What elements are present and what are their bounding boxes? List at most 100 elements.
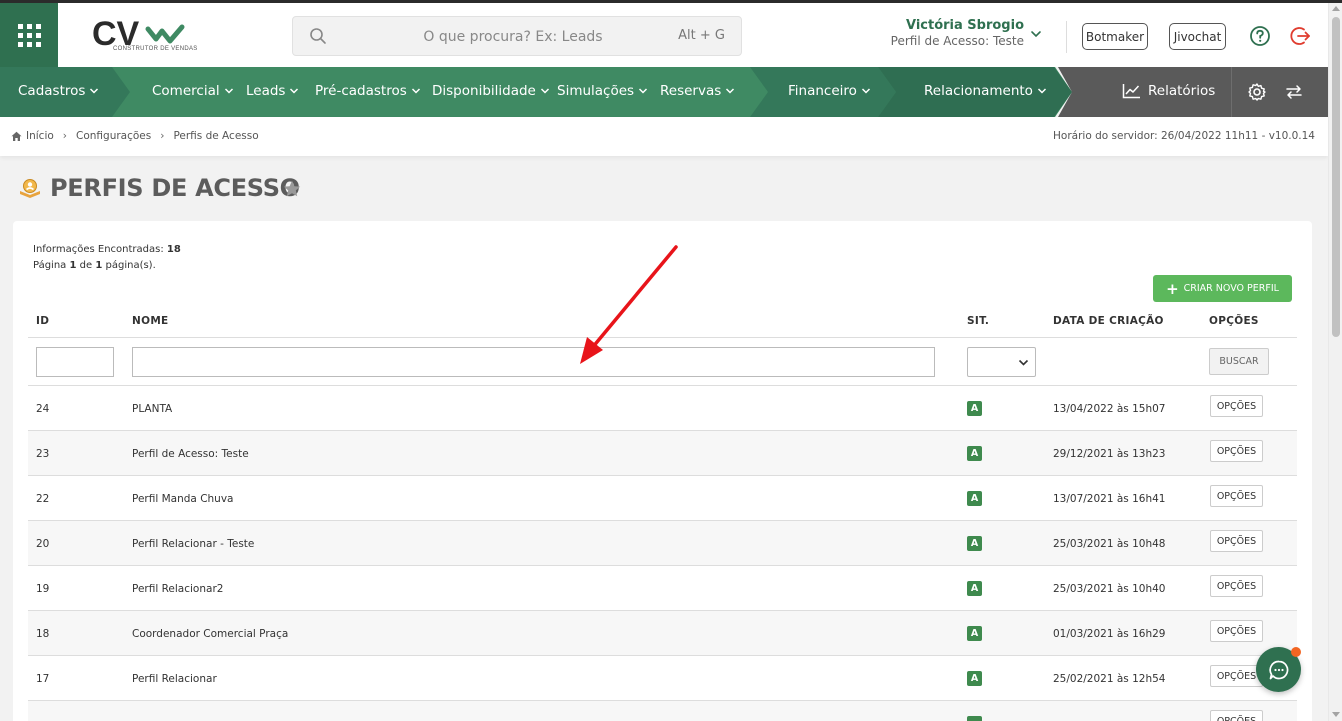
apps-grid-icon: [17, 23, 41, 47]
column-header-created: DATA DE CRIAÇÃO: [1053, 315, 1164, 327]
status-badge: [967, 716, 982, 721]
top-header: CV CONSTRUTOR DE VENDAS Alt + G Victória…: [0, 3, 1328, 67]
status-badge: A: [967, 491, 982, 506]
chevron-down-icon: [540, 88, 549, 94]
chevron-right-icon: ›: [62, 130, 67, 142]
row-name: Perfil Relacionar: [132, 673, 217, 685]
logo-subtitle: CONSTRUTOR DE VENDAS: [113, 46, 198, 52]
search-button[interactable]: BUSCAR: [1209, 348, 1269, 375]
help-icon[interactable]: [1249, 25, 1271, 47]
chat-notification-dot: [1291, 647, 1301, 657]
row-id: 18: [36, 628, 50, 640]
nav-item-leads[interactable]: Leads: [246, 83, 299, 99]
status-badge: A: [967, 401, 982, 416]
column-header-options: OPÇÕES: [1209, 315, 1259, 327]
nav-item-simulacoes[interactable]: Simulações: [557, 83, 648, 99]
jivochat-button[interactable]: Jivochat: [1169, 23, 1226, 50]
nav-item-comercial[interactable]: Comercial: [152, 83, 234, 99]
table-row: OPÇÕES: [28, 701, 1297, 721]
nav-item-pre-cadastros[interactable]: Pré-cadastros: [315, 83, 421, 99]
breadcrumb-configuracoes[interactable]: Configurações: [76, 130, 151, 142]
page-scrollbar[interactable]: [1328, 3, 1342, 721]
row-id: 24: [36, 403, 50, 415]
scrollbar-thumb[interactable]: [1332, 17, 1340, 337]
server-time: Horário do servidor: 26/04/2022 11h11 - …: [1053, 130, 1315, 142]
status-badge: A: [967, 536, 982, 551]
apps-menu-button[interactable]: [0, 3, 58, 67]
cv-logo[interactable]: CV: [90, 13, 190, 59]
row-created: 29/12/2021 às 13h23: [1053, 448, 1166, 460]
user-name: Victória Sbrogio: [905, 18, 1024, 33]
row-id: 20: [36, 538, 50, 550]
scroll-down-arrow-icon[interactable]: [1332, 712, 1340, 717]
chevron-down-icon: [224, 88, 233, 94]
table-row: 23 Perfil de Acesso: Teste A 29/12/2021 …: [28, 431, 1297, 476]
table-row: 24 PLANTA A 13/04/2022 às 15h07 OPÇÕES: [28, 386, 1297, 431]
plus-icon: +: [1166, 279, 1179, 298]
breadcrumb: Início › Configurações › Perfis de Acess…: [11, 130, 259, 142]
row-created: 13/07/2021 às 16h41: [1053, 493, 1166, 505]
search-icon: [310, 28, 326, 44]
table-row: 22 Perfil Manda Chuva A 13/07/2021 às 16…: [28, 476, 1297, 521]
options-button[interactable]: OPÇÕES: [1210, 530, 1263, 552]
nav-item-relacionamento[interactable]: Relacionamento: [924, 83, 1047, 99]
row-name: Perfil Relacionar - Teste: [132, 538, 255, 550]
options-button[interactable]: OPÇÕES: [1210, 575, 1263, 597]
options-button[interactable]: OPÇÕES: [1210, 620, 1263, 642]
filter-name-input[interactable]: [132, 347, 935, 377]
home-icon: [11, 131, 22, 141]
options-button[interactable]: OPÇÕES: [1210, 710, 1263, 721]
scroll-up-arrow-icon[interactable]: [1332, 6, 1340, 11]
row-id: 22: [36, 493, 50, 505]
chevron-down-icon: [1037, 88, 1046, 94]
nav-item-financeiro[interactable]: Financeiro: [788, 83, 871, 99]
gear-icon[interactable]: [1247, 82, 1267, 102]
status-badge: A: [967, 446, 982, 461]
row-name: Coordenador Comercial Praça: [132, 628, 289, 640]
nav-item-reservas[interactable]: Reservas: [660, 83, 735, 99]
row-name: Perfil Manda Chuva: [132, 493, 234, 505]
status-badge: A: [967, 626, 982, 641]
options-button[interactable]: OPÇÕES: [1210, 440, 1263, 462]
exit-icon[interactable]: [1290, 25, 1312, 47]
access-profile-icon: [20, 179, 40, 198]
row-id: 19: [36, 583, 50, 595]
chevron-down-icon: [1018, 359, 1029, 366]
nav-item-disponibilidade[interactable]: Disponibilidade: [432, 83, 550, 99]
table-row: 19 Perfil Relacionar2 A 25/03/2021 às 10…: [28, 566, 1297, 611]
row-created: 13/04/2022 às 15h07: [1053, 403, 1166, 415]
filter-sit-select[interactable]: [967, 347, 1036, 377]
status-badge: A: [967, 671, 982, 686]
table-row: 17 Perfil Relacionar A 25/02/2021 às 12h…: [28, 656, 1297, 701]
header-divider: [1066, 21, 1067, 53]
row-id: 23: [36, 448, 50, 460]
favorite-star-icon[interactable]: [282, 179, 302, 199]
global-search[interactable]: Alt + G: [292, 16, 742, 56]
options-button[interactable]: OPÇÕES: [1210, 485, 1263, 507]
row-created: 25/03/2021 às 10h40: [1053, 583, 1166, 595]
chevron-right-icon: ›: [160, 130, 165, 142]
search-input[interactable]: [353, 25, 673, 49]
main-nav: Cadastros Comercial Leads Pré-cadastros …: [0, 67, 1328, 117]
page-title: PERFIS DE ACESSO: [50, 174, 300, 202]
chevron-down-icon: [861, 88, 870, 94]
nav-item-cadastros[interactable]: Cadastros: [18, 83, 99, 99]
status-badge: A: [967, 581, 982, 596]
filter-id-input[interactable]: [36, 347, 114, 377]
user-menu[interactable]: Victória Sbrogio Perfil de Acesso: Teste: [870, 18, 1050, 48]
column-header-sit: SIT.: [967, 315, 990, 327]
row-created: 01/03/2021 às 16h29: [1053, 628, 1166, 640]
content-card: Informações Encontradas: 18 Página 1 de …: [13, 221, 1312, 721]
column-header-name: NOME: [132, 315, 169, 327]
swap-arrows-icon[interactable]: [1284, 82, 1304, 102]
botmaker-button[interactable]: Botmaker: [1082, 23, 1148, 50]
search-shortcut-hint: Alt + G: [678, 28, 725, 43]
table-row: 18 Coordenador Comercial Praça A 01/03/2…: [28, 611, 1297, 656]
breadcrumb-home[interactable]: Início: [26, 130, 54, 142]
user-access-profile: Perfil de Acesso: Teste: [890, 34, 1024, 48]
options-button[interactable]: OPÇÕES: [1210, 395, 1263, 417]
breadcrumb-bar: Início › Configurações › Perfis de Acess…: [0, 117, 1328, 156]
nav-item-relatorios[interactable]: Relatórios: [1122, 83, 1215, 99]
create-profile-button[interactable]: + CRIAR NOVO PERFIL: [1153, 275, 1292, 302]
row-name: Perfil Relacionar2: [132, 583, 224, 595]
